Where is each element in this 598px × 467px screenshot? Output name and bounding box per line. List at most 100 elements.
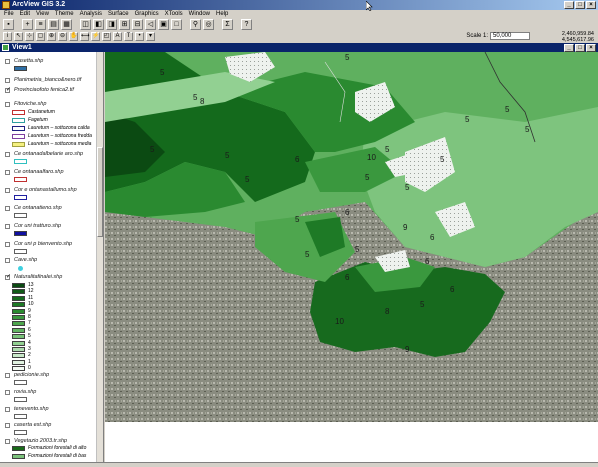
zoom-in-tool-icon[interactable]: ⊕ [47,32,56,41]
save-project-icon[interactable]: ▪ [3,19,14,30]
class-label: 5 [28,333,31,340]
scale-label: Scale 1: [466,33,488,39]
layer-name: Vegetazio 2003.tr.shp [14,438,68,444]
class-swatch [12,366,25,372]
minimize-button[interactable]: _ [564,1,574,9]
theme-properties-icon[interactable]: ≡ [35,19,46,30]
legend-class: Lauretum – sottozona fredda [12,133,94,140]
help-icon[interactable]: ? [241,19,252,30]
layer-checkbox-checked[interactable]: ✓ [5,274,11,280]
legend-class: Castanetum [12,109,94,116]
menu-file[interactable]: File [4,10,14,18]
zoom-previous-icon[interactable]: ◁ [145,19,156,30]
class-swatch [12,347,25,352]
status-bar [0,462,598,467]
menu-window[interactable]: Window [189,10,210,18]
layer-checkbox[interactable] [5,152,10,157]
query-builder-icon[interactable]: ⚲ [190,19,201,30]
layer-checkbox[interactable] [5,102,10,107]
summation-icon[interactable]: Σ [222,19,233,30]
add-theme-icon[interactable]: + [22,19,33,30]
pan-tool-icon[interactable]: ✋ [69,32,78,41]
legend-class: 1 [12,358,94,366]
zoom-full-icon[interactable]: ◫ [80,19,91,30]
toc-scroll-thumb[interactable] [97,147,103,237]
hotlink-tool-icon[interactable]: ⚡ [91,32,100,41]
zoom-out-tool-icon[interactable]: ⊖ [58,32,67,41]
menu-xtools[interactable]: XTools [165,10,183,18]
open-table-icon[interactable]: ▦ [61,19,72,30]
layer-checkbox[interactable] [5,188,10,193]
menu-edit[interactable]: Edit [20,10,30,18]
map-zone-label: 5 [505,105,510,114]
layer-checkbox[interactable] [5,258,10,263]
menu-analysis[interactable]: Analysis [80,10,102,18]
class-label: 0 [28,365,31,372]
draw-dropdown-icon[interactable]: ▾ [146,32,155,41]
map-zone-label: 5 [295,215,300,224]
scale-input[interactable]: 50,000 [490,32,530,40]
view-minimize-button[interactable]: _ [564,44,574,52]
app-title: ArcView GIS 3.2 [12,1,66,8]
layer-name: Planimetria_bianco&nero.tif [14,77,82,83]
map-zone-label: 5 [345,53,350,62]
map-zone-label: 5 [160,68,165,77]
map-zone-label: 5 [420,300,425,309]
zoom-in-fixed-icon[interactable]: ⊞ [119,19,130,30]
menu-surface[interactable]: Surface [108,10,129,18]
view-close-button[interactable]: × [586,44,596,52]
edit-legend-icon[interactable]: ▤ [48,19,59,30]
layer-checkbox[interactable] [5,224,10,229]
class-label: 4 [28,339,31,346]
legend-class: Lauretum – sottozona media [12,141,94,148]
select-features-icon[interactable]: ▣ [158,19,169,30]
layer-name: Cor uni p bienvento.shp [14,241,73,247]
clear-selection-icon[interactable]: □ [171,19,182,30]
map-zone-label: 5 [193,93,198,102]
layer-symbol [14,430,27,435]
class-label: 2 [28,352,31,359]
layer-checkbox[interactable] [5,78,10,83]
mouse-cursor-icon [366,1,373,11]
layer-checkbox[interactable] [5,170,10,175]
layer-checkbox-checked[interactable]: ✓ [5,87,11,93]
menu-help[interactable]: Help [216,10,228,18]
zoom-selected-icon[interactable]: ◨ [106,19,117,30]
class-label: 8 [28,314,31,320]
class-label: 9 [28,307,31,314]
menu-view[interactable]: View [36,10,49,18]
label-tool-icon[interactable]: A [113,32,122,41]
locate-address-icon[interactable]: ◎ [203,19,214,30]
layer-checkbox[interactable] [5,59,10,64]
zoom-active-icon[interactable]: ◧ [93,19,104,30]
pointer-tool-icon[interactable]: ↖ [14,32,23,41]
menu-graphics[interactable]: Graphics [135,10,159,18]
legend-class: 5 [12,333,94,340]
layer-checkbox[interactable] [5,439,10,444]
vertex-edit-icon[interactable]: ⊹ [25,32,34,41]
map-display[interactable]: 5 5 5 8 5 5 5 6 5 5 5 5 5 10 6 9 5 5 6 5 6 8 5 10 9 6 6 5 5 [105,52,598,422]
toc-scrollbar[interactable] [96,52,103,462]
view-maximize-button[interactable]: □ [575,44,585,52]
draw-point-icon[interactable]: • [135,32,144,41]
layer-checkbox[interactable] [5,407,10,412]
select-feature-tool-icon[interactable]: ▢ [36,32,45,41]
menu-theme[interactable]: Theme [55,10,74,18]
legend-class: 9 [12,307,94,315]
maximize-button[interactable]: □ [575,1,585,9]
close-button[interactable]: × [586,1,596,9]
view-icon [2,44,9,51]
text-tool-icon[interactable]: T [124,32,133,41]
area-of-interest-icon[interactable]: ◰ [102,32,111,41]
layer-checkbox[interactable] [5,206,10,211]
layer-name: Cave.shp [14,257,38,263]
class-label: 1 [28,358,31,365]
info-tool-icon[interactable]: i [3,32,12,41]
zoom-out-fixed-icon[interactable]: ⊟ [132,19,143,30]
legend-class: 10 [12,301,94,308]
layer-checkbox[interactable] [5,373,10,378]
layer-checkbox[interactable] [5,242,10,247]
measure-tool-icon[interactable]: ⟷ [80,32,90,41]
layer-checkbox[interactable] [5,423,10,428]
layer-checkbox[interactable] [5,390,10,395]
